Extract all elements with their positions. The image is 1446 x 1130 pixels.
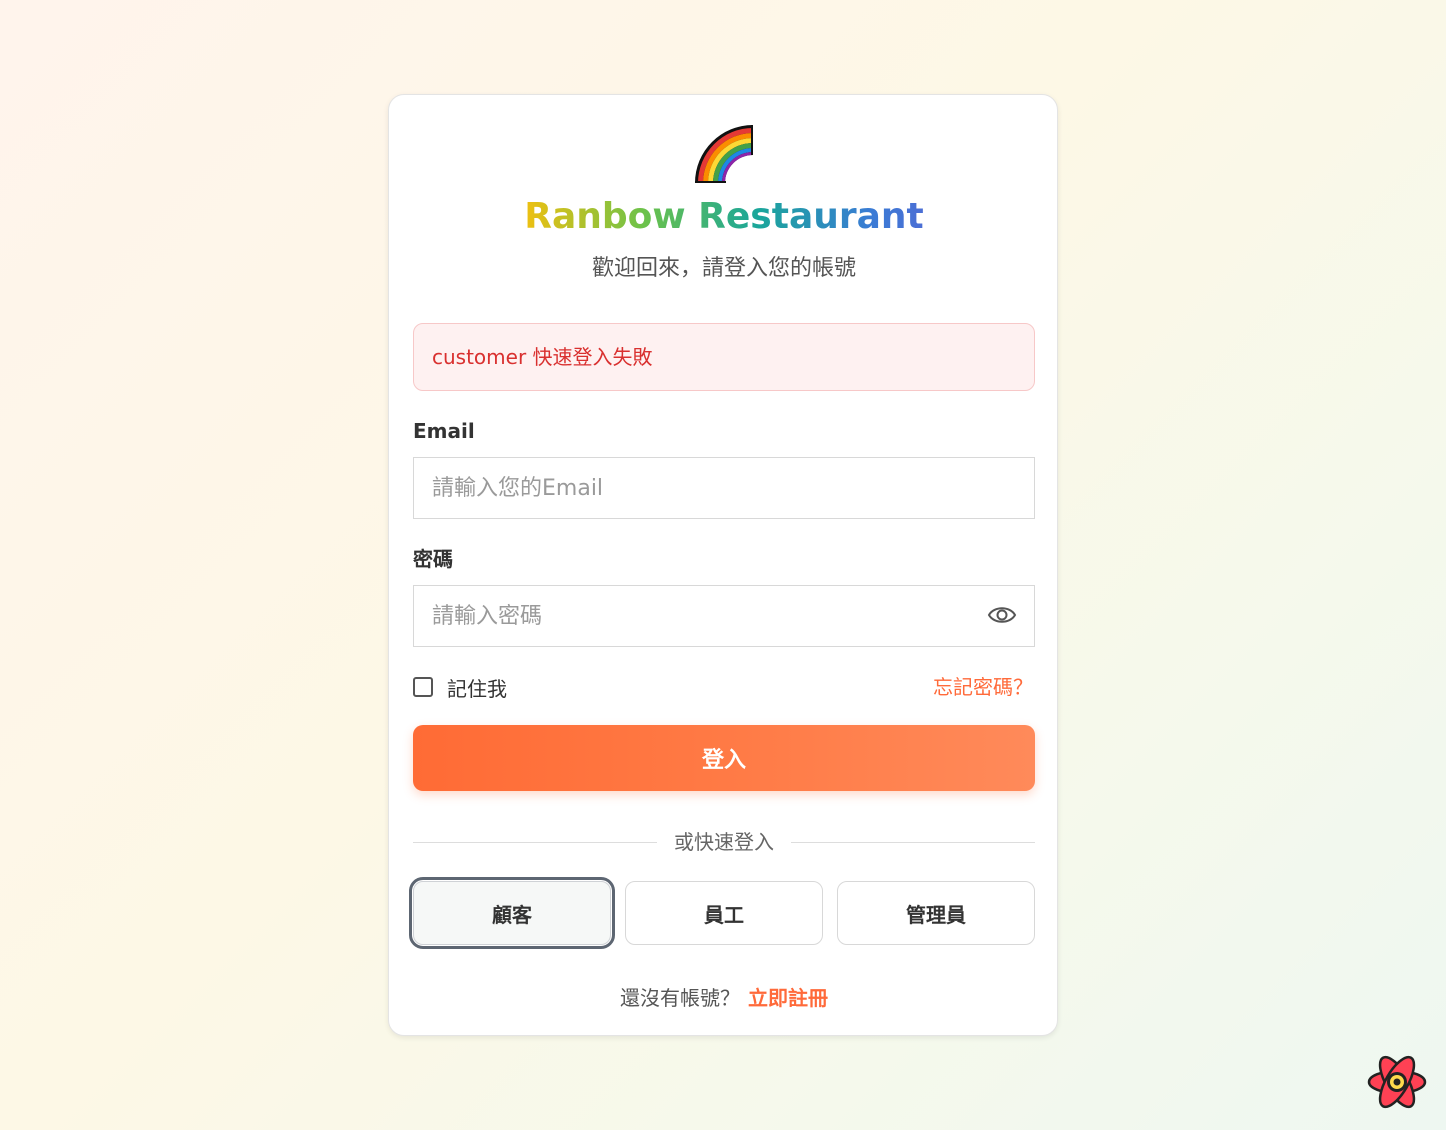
brand-title: Ranbow Restaurant: [389, 193, 1059, 241]
login-card: Ranbow Restaurant 歡迎回來，請登入您的帳號 customer …: [388, 94, 1058, 1036]
login-button[interactable]: 登入: [413, 725, 1035, 791]
quick-login-staff-button[interactable]: 員工: [625, 881, 823, 945]
brand-name-part2: Restaurant: [698, 196, 924, 237]
forgot-password-link[interactable]: 忘記密碼？: [933, 673, 1033, 701]
rainbow-icon: [695, 125, 753, 183]
password-input[interactable]: [413, 585, 1035, 647]
page-subtitle: 歡迎回來，請登入您的帳號: [591, 256, 856, 281]
divider-line-right: [791, 842, 1035, 843]
remember-me-checkbox[interactable]: 記住我: [413, 673, 507, 701]
signup-link[interactable]: 立即註冊: [748, 986, 828, 1010]
remember-me-label: 記住我: [447, 676, 507, 701]
email-input[interactable]: [413, 457, 1035, 519]
quick-login-customer-button[interactable]: 顧客: [409, 877, 615, 949]
quick-login-admin-button[interactable]: 管理員: [837, 881, 1035, 945]
signup-prompt: 還沒有帳號？ 立即註冊: [389, 983, 1059, 1013]
quick-login-divider: 或快速登入: [413, 827, 1035, 857]
react-query-devtools-icon[interactable]: [1366, 1052, 1428, 1112]
email-label: Email: [413, 419, 475, 443]
brand-name-part1: Ranbow: [524, 196, 686, 237]
signup-prompt-text: 還沒有帳號？: [620, 986, 740, 1010]
error-alert: customer 快速登入失敗: [413, 323, 1035, 391]
checkbox-box[interactable]: [413, 677, 433, 697]
password-label: 密碼: [413, 547, 453, 571]
eye-icon[interactable]: [987, 603, 1017, 627]
